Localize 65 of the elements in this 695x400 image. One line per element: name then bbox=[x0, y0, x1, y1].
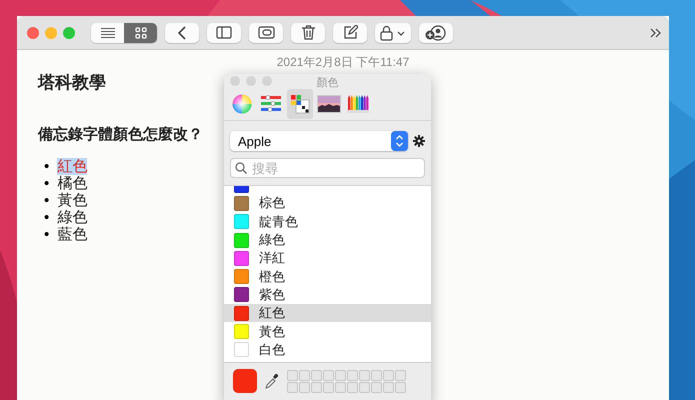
grid-icon bbox=[134, 26, 146, 38]
sidebar-icon bbox=[216, 26, 232, 39]
bullet-item: 藍色 bbox=[57, 226, 88, 243]
color-list-item[interactable]: 棕色 bbox=[224, 194, 431, 213]
back-icon bbox=[178, 26, 186, 40]
bullet-item: 紅色 bbox=[57, 158, 88, 175]
gallery-view-button[interactable] bbox=[124, 22, 157, 42]
color-name: 洋紅 bbox=[259, 249, 285, 268]
color-name: 黃色 bbox=[259, 322, 285, 341]
search-field[interactable]: 搜尋 bbox=[230, 158, 425, 178]
color-list-item[interactable]: 紅色 bbox=[224, 304, 431, 322]
more-icon bbox=[650, 28, 662, 38]
compose-icon bbox=[342, 25, 358, 40]
delete-button[interactable] bbox=[291, 22, 325, 42]
color-wheel-icon bbox=[232, 94, 252, 114]
bullet-mark: • bbox=[44, 175, 50, 192]
sliders-icon bbox=[260, 95, 282, 113]
note-title: 塔科教學 bbox=[38, 72, 106, 94]
image-icon bbox=[317, 95, 341, 113]
list-icon bbox=[100, 26, 116, 38]
color-name: 橙色 bbox=[259, 268, 285, 286]
sidebar-button[interactable] bbox=[207, 22, 241, 42]
bullet-item: 黃色 bbox=[57, 192, 88, 209]
back-button[interactable] bbox=[165, 22, 199, 42]
palettes-icon bbox=[290, 94, 310, 114]
color-name: 靛青色 bbox=[259, 212, 298, 231]
color-name: 紫色 bbox=[259, 286, 285, 304]
share-button[interactable] bbox=[419, 22, 453, 42]
bullet-mark: • bbox=[44, 192, 50, 209]
color-list-item[interactable]: 紫色 bbox=[224, 286, 431, 304]
lock-icon bbox=[380, 24, 406, 40]
palette-dropdown[interactable]: Apple bbox=[230, 131, 408, 151]
panel-title: 顏色 bbox=[316, 76, 338, 90]
color-list-item[interactable]: 黃色 bbox=[224, 322, 431, 341]
color-name: 白色 bbox=[259, 340, 285, 359]
trash-icon bbox=[302, 25, 314, 40]
bullet-mark: • bbox=[44, 209, 50, 226]
note-date: 2021年2月8日 下午11:47 bbox=[276, 54, 410, 71]
color-list-item[interactable]: 洋紅 bbox=[224, 249, 431, 268]
bullet-mark: • bbox=[44, 158, 50, 175]
current-color-swatch[interactable] bbox=[233, 369, 257, 393]
attachments-button[interactable] bbox=[249, 22, 283, 42]
lock-button[interactable] bbox=[375, 22, 411, 42]
color-name: 棕色 bbox=[259, 194, 285, 212]
attachments-icon bbox=[258, 26, 274, 39]
color-palettes-tab[interactable] bbox=[287, 89, 313, 119]
bullet-item: 綠色 bbox=[57, 209, 88, 226]
pencils-icon bbox=[347, 94, 369, 114]
search-icon bbox=[235, 162, 247, 174]
list-view-button[interactable] bbox=[91, 22, 124, 42]
add-person-icon bbox=[425, 24, 447, 40]
color-list-item[interactable]: 靛青色 bbox=[224, 212, 431, 231]
color-list-item[interactable]: 白色 bbox=[224, 340, 431, 359]
eyedropper-icon[interactable] bbox=[265, 373, 279, 389]
bullet-item: 橘色 bbox=[57, 175, 88, 192]
color-wells[interactable] bbox=[287, 370, 406, 392]
note-heading: 備忘錄字體顏色怎麼改？ bbox=[38, 125, 203, 144]
color-name: 綠色 bbox=[259, 231, 285, 250]
color-name: 紅色 bbox=[259, 304, 285, 322]
stepper-icon bbox=[391, 131, 408, 151]
color-list-item[interactable]: 綠色 bbox=[224, 230, 431, 250]
color-list-item[interactable]: 橙色 bbox=[224, 267, 431, 286]
bullet-mark: • bbox=[44, 226, 50, 243]
compose-button[interactable] bbox=[333, 22, 367, 42]
gear-icon[interactable] bbox=[413, 135, 425, 147]
